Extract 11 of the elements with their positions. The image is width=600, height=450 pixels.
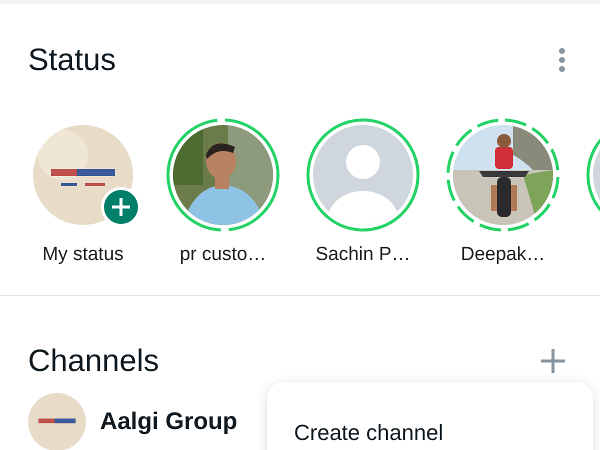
section-title: Channels [28, 343, 159, 379]
plus-icon [110, 196, 132, 218]
menu-item[interactable]: Create channel [294, 420, 444, 445]
status-name[interactable]: pr custo… [180, 243, 266, 267]
status-name[interactable]: My status [42, 243, 124, 267]
plus-icon[interactable] [540, 348, 566, 374]
status-name[interactable]: Sachin P… [315, 243, 411, 267]
more-options-icon[interactable] [558, 47, 566, 73]
section-title: Status [28, 42, 116, 78]
status-name[interactable]: Deepak… [460, 243, 546, 267]
channel-name[interactable]: Aalgi Group [100, 408, 238, 436]
